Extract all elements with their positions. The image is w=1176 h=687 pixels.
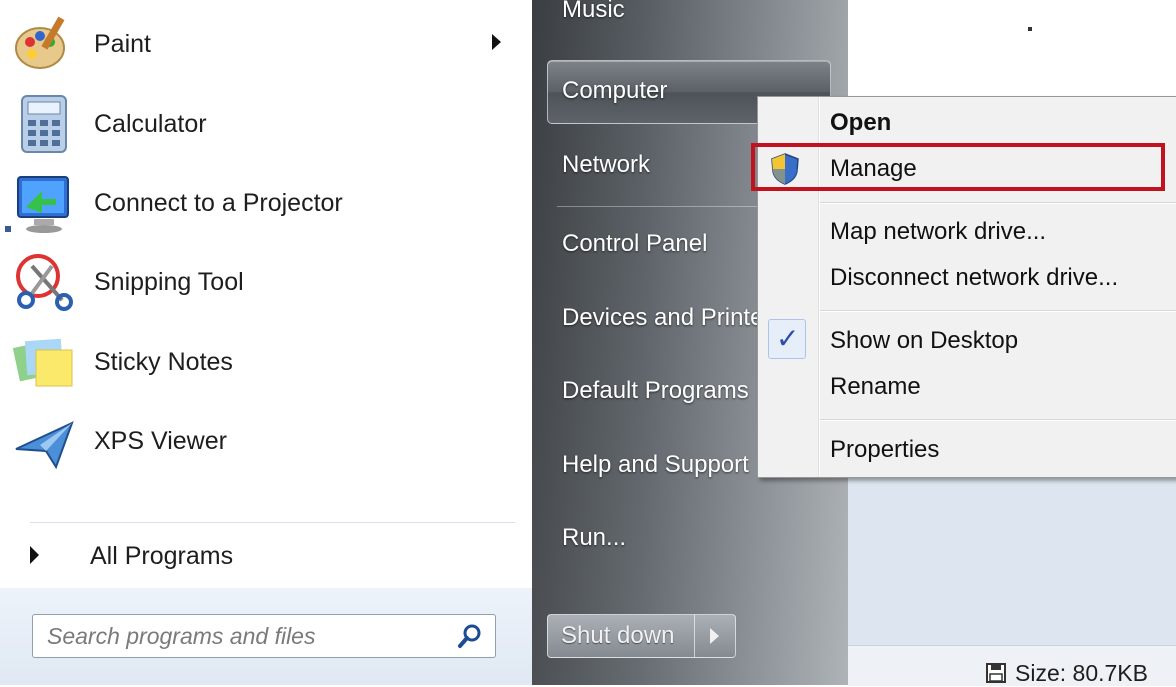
- arrow-right-icon: [710, 628, 719, 644]
- search-area: [0, 588, 532, 685]
- places-item-default-programs[interactable]: Default Programs: [562, 377, 749, 405]
- sticky-notes-icon: [12, 338, 73, 387]
- start-menu-programs-pane: Paint Calculator Connect to a Projector: [0, 0, 532, 685]
- projector-icon: [17, 176, 69, 233]
- checkmark-icon: ✓: [776, 322, 800, 355]
- program-snipping-tool[interactable]: Snipping Tool: [0, 246, 515, 318]
- program-sticky-notes[interactable]: Sticky Notes: [0, 326, 515, 398]
- places-item-network[interactable]: Network: [562, 151, 650, 179]
- search-box[interactable]: [32, 614, 496, 658]
- checkmark-icon-box: ✓: [768, 319, 806, 359]
- program-label: XPS Viewer: [94, 426, 227, 455]
- program-connect-projector[interactable]: Connect to a Projector: [0, 167, 515, 239]
- program-xps-viewer[interactable]: XPS Viewer: [0, 405, 515, 477]
- program-label: Calculator: [94, 109, 207, 138]
- submenu-arrow-icon[interactable]: [492, 34, 501, 50]
- program-paint[interactable]: Paint: [0, 8, 515, 80]
- menu-item-open[interactable]: Open: [830, 109, 891, 137]
- search-icon[interactable]: [457, 622, 485, 650]
- places-item-music[interactable]: Music: [562, 0, 625, 24]
- shutdown-label: Shut down: [561, 622, 675, 649]
- program-label: Paint: [94, 29, 151, 58]
- shutdown-options-button[interactable]: [694, 614, 736, 658]
- all-programs-label: All Programs: [90, 542, 234, 570]
- program-label: Connect to a Projector: [94, 188, 343, 217]
- shutdown-button[interactable]: Shut down: [547, 614, 695, 658]
- calculator-icon: [21, 95, 67, 153]
- manage-highlight-box: [751, 143, 1165, 191]
- places-item-computer[interactable]: Computer: [562, 77, 667, 105]
- menu-item-rename[interactable]: Rename: [830, 373, 921, 401]
- menu-separator: [820, 310, 1176, 312]
- places-item-run[interactable]: Run...: [562, 524, 626, 552]
- search-input[interactable]: [47, 621, 447, 651]
- scissors-icon: [16, 254, 73, 311]
- menu-separator: [820, 202, 1176, 204]
- places-item-help-support[interactable]: Help and Support: [562, 451, 749, 479]
- decorative-dot: [1028, 27, 1032, 31]
- all-programs-button[interactable]: All Programs: [0, 530, 520, 582]
- decorative-dot: [5, 226, 11, 232]
- menu-item-properties[interactable]: Properties: [830, 436, 939, 464]
- places-item-devices-printers[interactable]: Devices and Printe: [562, 304, 763, 332]
- program-calculator[interactable]: Calculator: [0, 88, 515, 160]
- arrow-right-icon: [30, 546, 39, 564]
- places-item-control-panel[interactable]: Control Panel: [562, 230, 707, 258]
- paint-icon: [15, 16, 65, 69]
- menu-item-map-network-drive[interactable]: Map network drive...: [830, 218, 1046, 246]
- menu-separator: [820, 419, 1176, 421]
- menu-item-disconnect-network-drive[interactable]: Disconnect network drive...: [830, 264, 1118, 292]
- status-size-text: Size: 80.7KB: [1015, 660, 1148, 686]
- separator: [30, 522, 515, 523]
- context-menu: Open Manage Map network drive... Disconn…: [751, 96, 1176, 478]
- xps-viewer-icon: [15, 421, 74, 470]
- disk-icon: [986, 663, 1006, 683]
- program-label: Snipping Tool: [94, 267, 244, 296]
- menu-item-show-on-desktop[interactable]: Show on Desktop: [830, 327, 1018, 355]
- program-label: Sticky Notes: [94, 347, 233, 376]
